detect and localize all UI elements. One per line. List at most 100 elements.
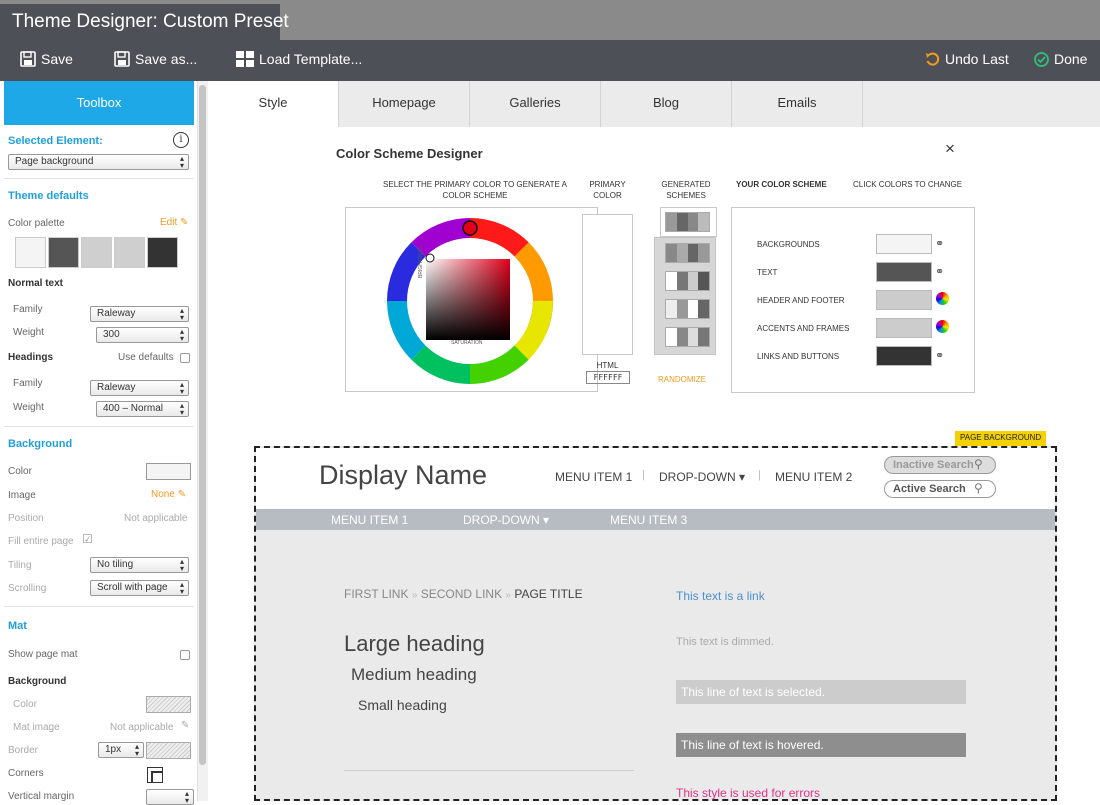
- scheme-swatch-links[interactable]: [876, 346, 932, 366]
- sample-link[interactable]: This text is a link: [676, 589, 765, 603]
- tiling-label: Tiling: [8, 560, 32, 571]
- vertical-margin-label: Vertical margin: [8, 791, 75, 802]
- vertical-margin-select[interactable]: ▴ ▾: [146, 789, 194, 805]
- selected-element-label: Selected Element:: [8, 135, 103, 147]
- check-circle-icon: [1034, 51, 1049, 67]
- mat-color-swatch[interactable]: [146, 696, 191, 713]
- selected-element-select[interactable]: Page background ▴ ▾: [8, 154, 189, 170]
- palette-swatch-5[interactable]: [147, 237, 178, 268]
- palette-swatch-1[interactable]: [15, 237, 46, 268]
- position-label: Position: [8, 513, 44, 524]
- family-label: Family: [13, 304, 43, 315]
- headings-family-select[interactable]: Raleway ▴ ▾: [90, 380, 189, 396]
- done-button[interactable]: Done: [1034, 51, 1087, 67]
- breadcrumb-first-link[interactable]: FIRST LINK: [344, 587, 408, 601]
- scrolling-select[interactable]: Scroll with page ▴ ▾: [90, 580, 189, 596]
- color-wheel-icon[interactable]: [936, 292, 949, 305]
- link-icon[interactable]: ⚭: [935, 237, 944, 250]
- border-value: 1px: [105, 744, 122, 755]
- mat-color-label: Color: [13, 699, 37, 710]
- html-color-input[interactable]: FFFFFF: [586, 371, 630, 384]
- close-icon[interactable]: ×: [945, 139, 955, 159]
- breadcrumb-page-title: PAGE TITLE: [514, 587, 583, 601]
- color-wheel[interactable]: [384, 218, 556, 386]
- color-label: Color: [8, 466, 32, 477]
- scheme-row-label: ACCENTS AND FRAMES: [757, 324, 850, 333]
- generated-schemes-label: GENERATED SCHEMES: [661, 180, 711, 200]
- search-icon: ⚲: [974, 457, 983, 471]
- load-template-button[interactable]: Load Template...: [236, 51, 362, 67]
- breadcrumb-separator: »: [411, 590, 418, 601]
- menu-dropdown[interactable]: DROP-DOWN ▾: [659, 470, 745, 484]
- corners-square-icon[interactable]: [147, 767, 163, 783]
- generated-scheme-1[interactable]: [665, 212, 710, 232]
- show-page-mat-checkbox[interactable]: [180, 650, 190, 660]
- generated-scheme-2[interactable]: [665, 243, 710, 263]
- nav-menu-item-3[interactable]: MENU ITEM 3: [610, 513, 687, 527]
- fill-entire-page-label: Fill entire page: [8, 536, 74, 547]
- tab-style[interactable]: Style: [208, 81, 339, 127]
- tiling-select[interactable]: No tiling ▴ ▾: [90, 557, 189, 573]
- hovered-line[interactable]: This line of text is hovered.: [676, 733, 966, 757]
- headings-title: Headings: [8, 352, 54, 363]
- nav-dropdown[interactable]: DROP-DOWN ▾: [463, 513, 549, 527]
- inactive-search-text: Inactive Search: [893, 459, 974, 471]
- headings-weight-value: 400 – Normal: [103, 403, 164, 414]
- border-select[interactable]: 1px ▴ ▾: [98, 742, 144, 758]
- select-primary-label: SELECT THE PRIMARY COLOR TO GENERATE A C…: [383, 180, 567, 200]
- breadcrumb: FIRST LINK » SECOND LINK » PAGE TITLE: [344, 587, 583, 601]
- mat-image-value: Not applicable: [110, 722, 174, 733]
- select-arrows-icon: ▴ ▾: [179, 557, 184, 573]
- palette-swatch-2[interactable]: [48, 237, 79, 268]
- scheme-swatch-header-footer[interactable]: [876, 290, 932, 310]
- tab-homepage[interactable]: Homepage: [339, 81, 470, 127]
- sidebar-scroll-thumb[interactable]: [199, 85, 206, 765]
- breadcrumb-second-link[interactable]: SECOND LINK: [421, 587, 502, 601]
- tab-galleries[interactable]: Galleries: [470, 81, 601, 127]
- pencil-icon[interactable]: ✎: [181, 720, 189, 731]
- normal-weight-select[interactable]: 300 ▴ ▾: [96, 327, 189, 343]
- scrolling-label: Scrolling: [8, 583, 47, 594]
- mat-background-title: Background: [8, 676, 67, 687]
- info-icon[interactable]: i: [173, 132, 189, 148]
- menu-separator: |: [758, 469, 761, 481]
- weight-label: Weight: [13, 327, 44, 338]
- color-wheel-icon[interactable]: [936, 320, 949, 333]
- generated-scheme-4[interactable]: [665, 299, 710, 319]
- nav-menu-item-1[interactable]: MENU ITEM 1: [331, 513, 408, 527]
- your-scheme-label: YOUR COLOR SCHEME: [736, 180, 827, 189]
- tab-blog[interactable]: Blog: [601, 81, 732, 127]
- scheme-swatch-accents[interactable]: [876, 318, 932, 338]
- randomize-link[interactable]: RANDOMIZE: [658, 375, 706, 384]
- palette-swatch-4[interactable]: [114, 237, 145, 268]
- generated-scheme-5[interactable]: [665, 327, 710, 347]
- fill-entire-page-checkbox[interactable]: ☑: [82, 532, 93, 546]
- dimmed-text: This text is dimmed.: [676, 636, 774, 648]
- background-title: Background: [8, 438, 73, 450]
- normal-family-select[interactable]: Raleway ▴ ▾: [90, 306, 189, 322]
- selected-line[interactable]: This line of text is selected.: [676, 680, 966, 704]
- image-none-link[interactable]: None ✎: [151, 489, 186, 500]
- background-color-swatch[interactable]: [146, 463, 191, 480]
- border-color-swatch[interactable]: [146, 742, 191, 759]
- palette-swatch-3[interactable]: [81, 237, 112, 268]
- headings-weight-select[interactable]: 400 – Normal ▴ ▾: [96, 401, 189, 417]
- undo-button[interactable]: Undo Last: [925, 51, 1009, 67]
- pencil-icon: ✎: [177, 489, 187, 500]
- scheme-swatch-text[interactable]: [876, 262, 932, 282]
- save-button[interactable]: Save: [20, 51, 73, 67]
- link-icon[interactable]: ⚭: [935, 265, 944, 278]
- save-as-button[interactable]: Save as...: [114, 51, 197, 67]
- save-label: Save: [41, 51, 73, 67]
- menu-item-1[interactable]: MENU ITEM 1: [555, 470, 632, 484]
- scheme-swatch-backgrounds[interactable]: [876, 234, 932, 254]
- tab-emails[interactable]: Emails: [732, 81, 863, 127]
- use-defaults-checkbox[interactable]: [180, 353, 190, 363]
- menu-item-2[interactable]: MENU ITEM 2: [775, 470, 852, 484]
- edit-palette-link[interactable]: Edit ✎: [160, 217, 188, 228]
- link-icon[interactable]: ⚭: [935, 349, 944, 362]
- toolbox-header[interactable]: Toolbox: [4, 81, 194, 125]
- generated-scheme-3[interactable]: [665, 271, 710, 291]
- normal-text-title: Normal text: [8, 278, 64, 289]
- display-name[interactable]: Display Name: [319, 460, 487, 491]
